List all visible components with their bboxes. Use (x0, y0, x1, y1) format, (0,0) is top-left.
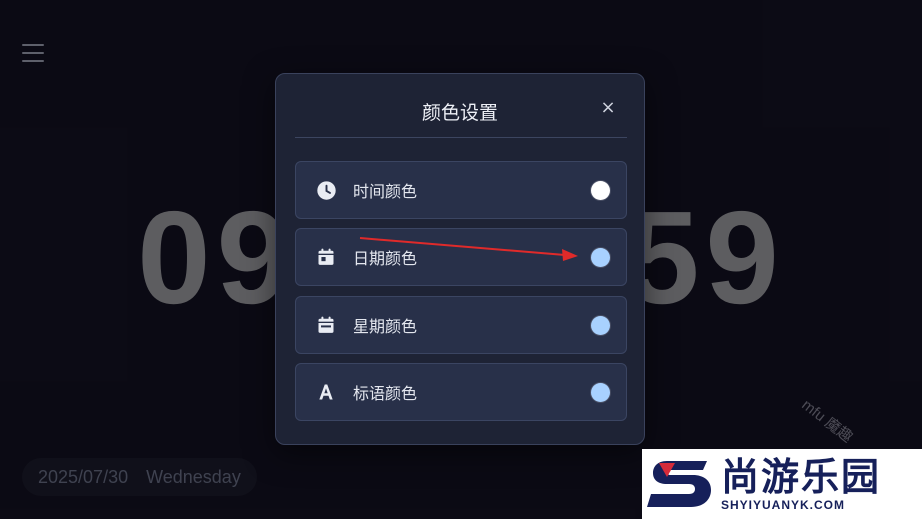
color-swatch-slogan[interactable] (591, 382, 610, 402)
brand-s-logo-icon (645, 455, 715, 513)
close-button[interactable]: × (600, 99, 616, 117)
color-item-date[interactable]: 日期颜色 (295, 228, 627, 286)
font-a-icon (315, 381, 337, 403)
color-item-label: 星期颜色 (353, 317, 418, 336)
title-divider (295, 137, 627, 138)
dialog-title: 颜色设置 (421, 102, 498, 124)
color-swatch-time[interactable] (591, 180, 610, 200)
color-swatch-date[interactable] (591, 247, 610, 267)
color-item-label: 时间颜色 (353, 182, 418, 201)
clock-icon (315, 179, 337, 201)
brand-url: SHYIYUANYK.COM (721, 498, 846, 512)
color-item-slogan[interactable]: 标语颜色 (295, 363, 627, 421)
color-swatch-weekday[interactable] (591, 315, 610, 335)
color-settings-dialog: 颜色设置 × 时间颜色 日期颜色 星期颜色 标语颜色 (275, 73, 645, 445)
color-item-time[interactable]: 时间颜色 (295, 161, 627, 219)
calendar-week-icon (315, 314, 337, 336)
color-item-label: 日期颜色 (353, 249, 418, 268)
calendar-icon (315, 246, 337, 268)
brand-logo: 尚游乐园 SHYIYUANYK.COM (642, 449, 922, 519)
brand-name: 尚游乐园 (721, 455, 882, 499)
color-item-weekday[interactable]: 星期颜色 (295, 296, 627, 354)
color-item-label: 标语颜色 (353, 384, 418, 403)
